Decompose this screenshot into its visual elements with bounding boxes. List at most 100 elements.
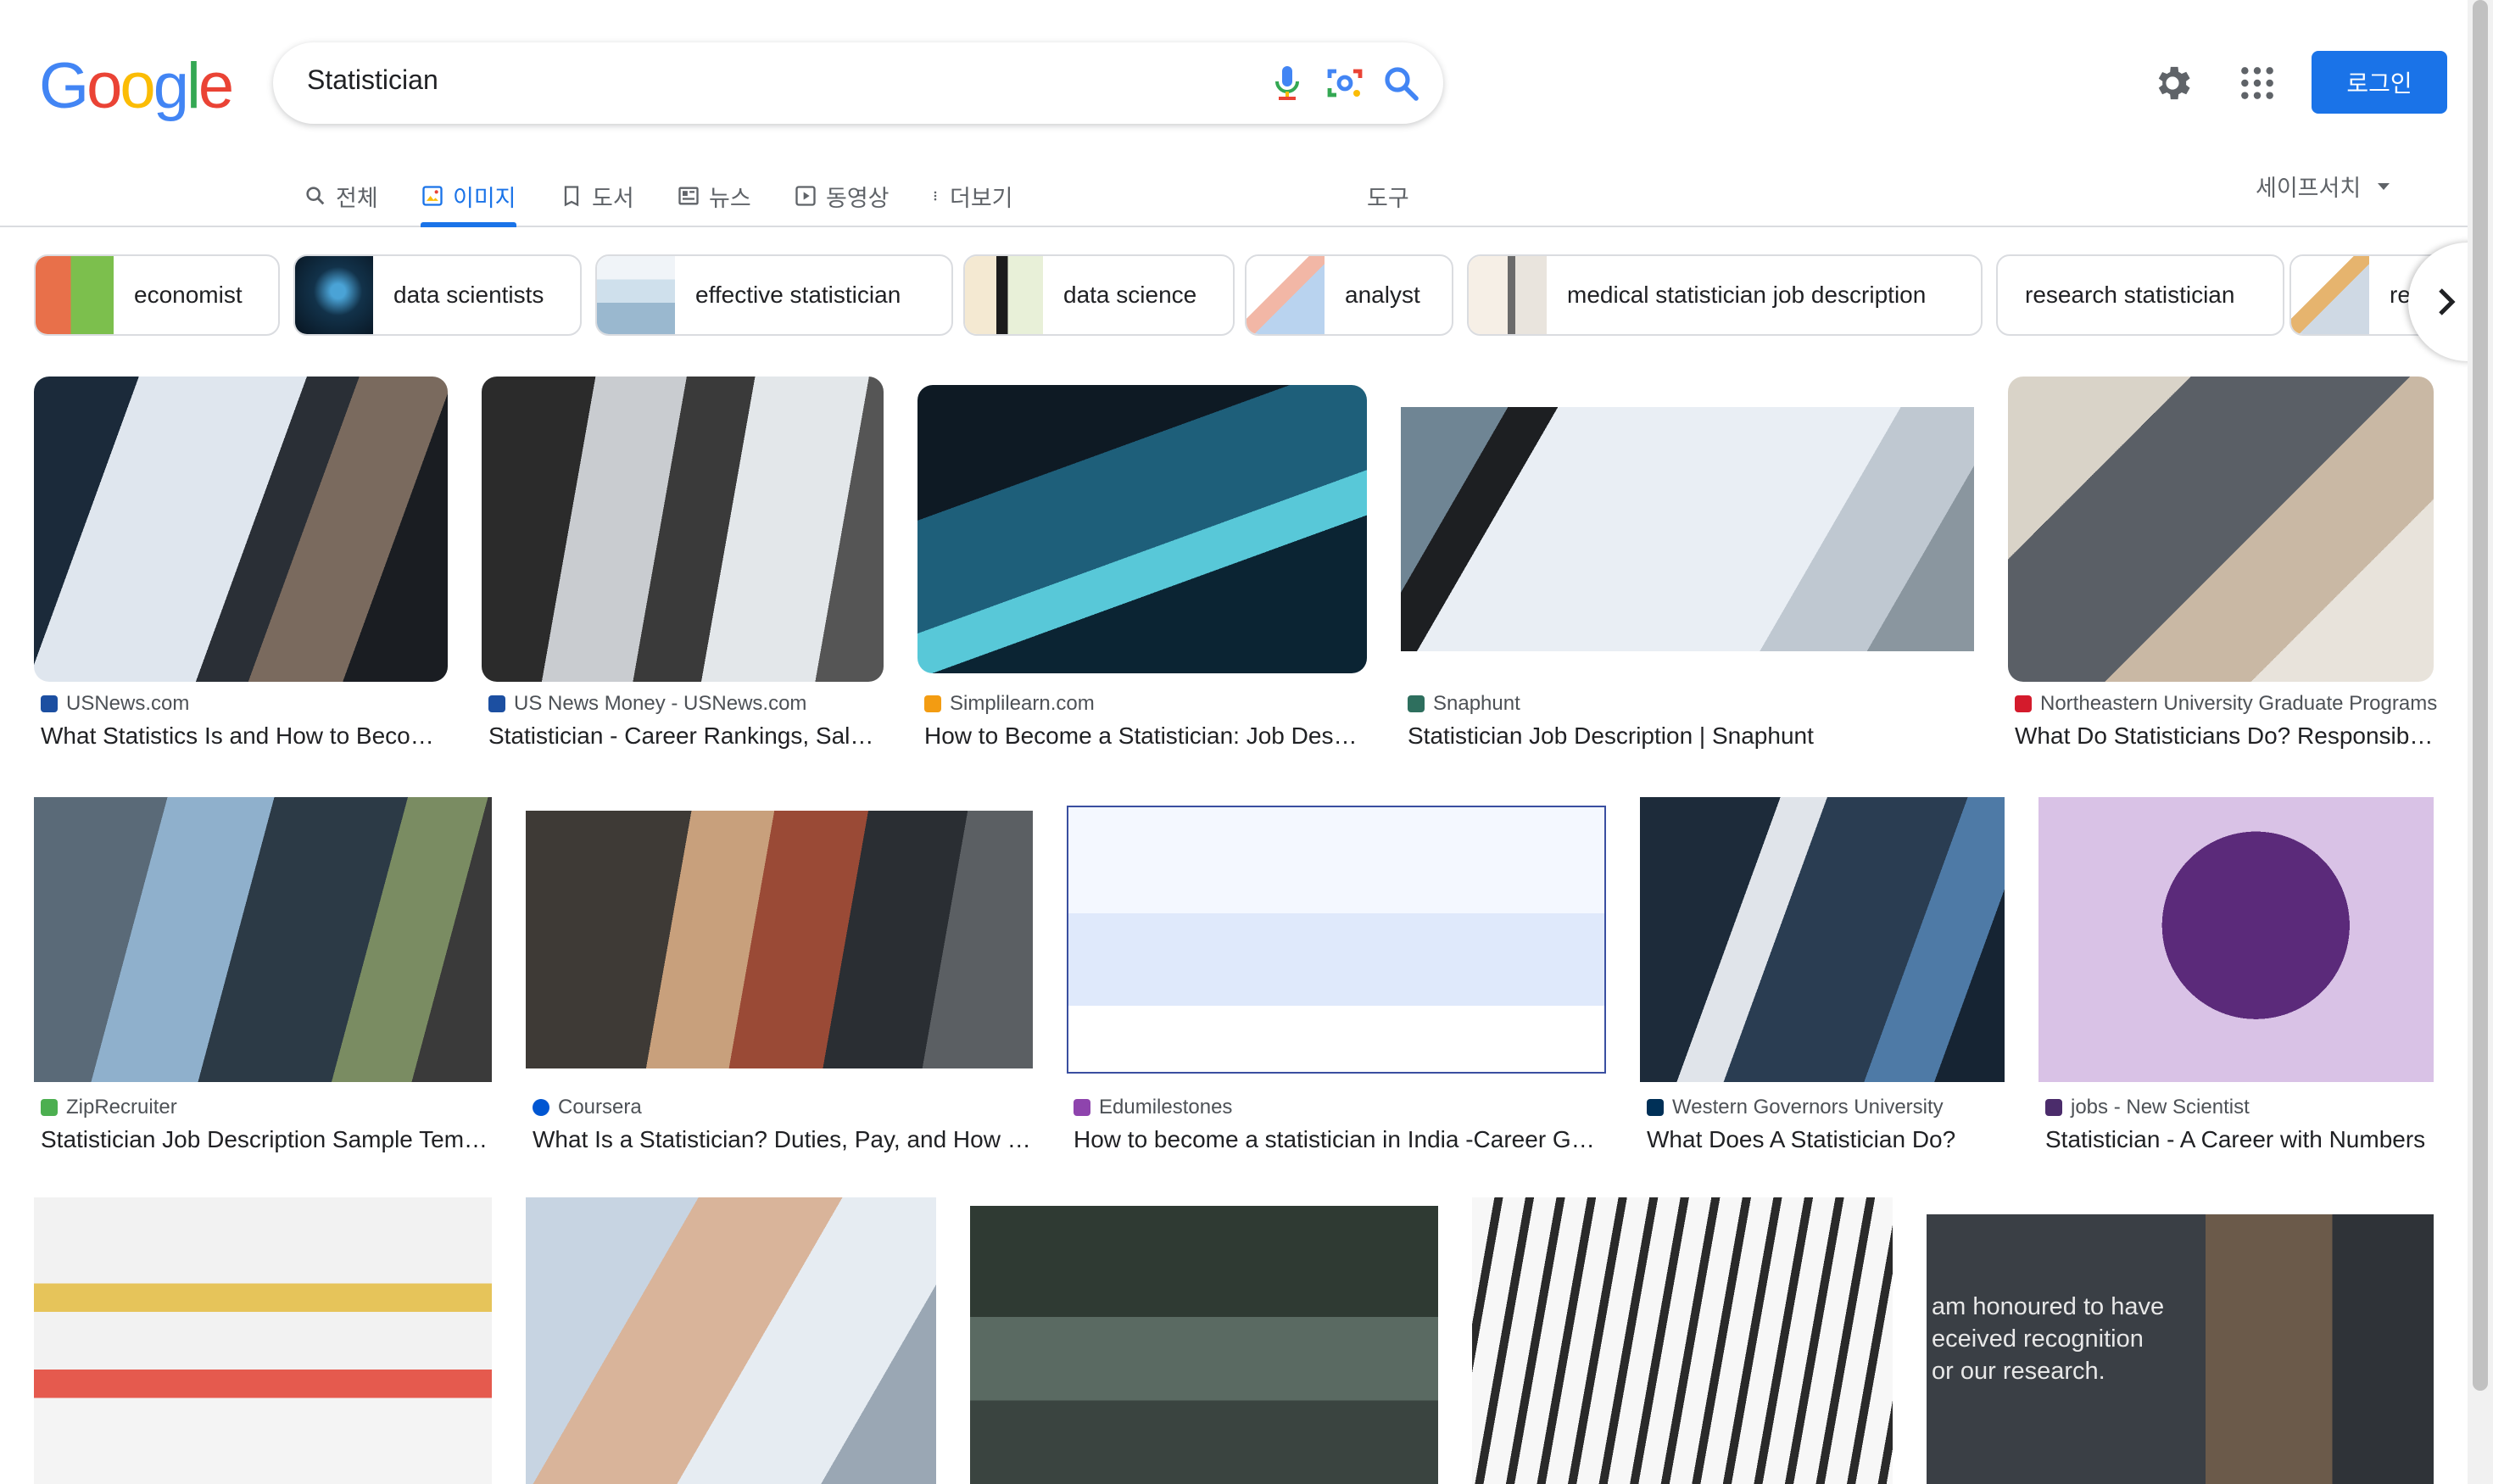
result-title[interactable]: Statistician - A Career with Numbers xyxy=(2045,1126,2434,1153)
chip-data-scientists[interactable]: data scientists xyxy=(293,254,582,336)
chip-effective-statistician[interactable]: effective statistician xyxy=(595,254,953,336)
result-card[interactable]: ZipRecruiter Statistician Job Descriptio… xyxy=(34,797,492,1162)
chip-medical-statistician[interactable]: medical statistician job description xyxy=(1467,254,1983,336)
result-image[interactable] xyxy=(970,1206,1438,1484)
result-image[interactable] xyxy=(1067,806,1606,1074)
result-title[interactable]: How to Become a Statistician: Job Descri… xyxy=(924,722,1367,750)
result-image[interactable] xyxy=(34,377,448,682)
chip-research-statistician[interactable]: research statistician xyxy=(1996,254,2284,336)
gear-icon[interactable] xyxy=(2150,61,2195,105)
result-card[interactable]: Simplilearn.com How to Become a Statisti… xyxy=(917,377,1367,750)
result-source[interactable]: Western Governors University xyxy=(1647,1096,1944,1119)
tab-images[interactable]: 이미지 xyxy=(421,171,516,227)
result-title[interactable]: How to become a statistician in India -C… xyxy=(1074,1126,1606,1153)
chip-thumbnail xyxy=(36,256,114,334)
favicon-icon xyxy=(1647,1099,1664,1116)
favicon-icon xyxy=(488,695,505,712)
chip-label: analyst xyxy=(1345,282,1420,308)
tab-books[interactable]: 도서 xyxy=(560,171,634,220)
result-source[interactable]: USNews.com xyxy=(41,692,189,716)
result-title[interactable]: Statistician Job Description Sample Temp… xyxy=(41,1126,492,1153)
result-image[interactable] xyxy=(482,377,884,682)
result-image[interactable] xyxy=(2038,797,2434,1082)
search-icon[interactable] xyxy=(1380,63,1421,103)
result-image[interactable] xyxy=(1640,797,2005,1082)
tab-more[interactable]: 더보기 xyxy=(929,171,1013,220)
result-card[interactable]: Edumilestones How to become a statistici… xyxy=(1067,797,1606,1162)
chip-analyst[interactable]: analyst xyxy=(1245,254,1453,336)
chip-economist[interactable]: economist xyxy=(34,254,280,336)
tab-label: 더보기 xyxy=(950,185,1013,212)
result-image[interactable] xyxy=(1472,1197,1893,1484)
google-logo[interactable]: Google xyxy=(39,49,234,123)
tab-all[interactable]: 전체 xyxy=(304,171,378,220)
related-chips-row: economist data scientists effective stat… xyxy=(34,254,2442,336)
overlay-line: eceived recognition xyxy=(1932,1325,2144,1353)
result-source-name: Northeastern University Graduate Program… xyxy=(2040,692,2438,715)
result-title[interactable]: What Is a Statistician? Duties, Pay, and… xyxy=(533,1126,1033,1153)
favicon-icon xyxy=(41,695,58,712)
result-source-name: Edumilestones xyxy=(1099,1096,1233,1119)
favicon-icon xyxy=(2045,1099,2062,1116)
result-card[interactable]: Northeastern University Graduate Program… xyxy=(2008,377,2437,750)
tab-label: 동영상 xyxy=(826,185,890,212)
result-card[interactable]: Coursera What Is a Statistician? Duties,… xyxy=(526,797,1033,1162)
result-source[interactable]: Edumilestones xyxy=(1074,1096,1232,1119)
result-title[interactable]: Statistician - Career Rankings, Salary, … xyxy=(488,722,884,750)
result-card[interactable] xyxy=(1472,1197,1893,1484)
result-source[interactable]: Coursera xyxy=(533,1096,642,1119)
result-image[interactable]: am honoured to have eceived recognition … xyxy=(1927,1214,2434,1484)
result-source[interactable]: US News Money - USNews.com xyxy=(488,692,806,716)
result-source-name: jobs - New Scientist xyxy=(2071,1096,2250,1119)
result-source[interactable]: Simplilearn.com xyxy=(924,692,1095,716)
chip-data-science[interactable]: data science xyxy=(963,254,1235,336)
result-image[interactable] xyxy=(917,385,1367,673)
apps-grid-icon[interactable] xyxy=(2239,64,2276,102)
result-image[interactable] xyxy=(1401,407,1974,651)
search-tabs: 전체 이미지 도서 뉴스 동영상 더보기 도구 xyxy=(0,159,2468,227)
chip-thumbnail xyxy=(1469,256,1547,334)
result-card[interactable] xyxy=(34,1197,492,1484)
result-image[interactable] xyxy=(526,1197,936,1484)
search-input[interactable]: Statistician xyxy=(307,64,438,96)
caret-down-icon xyxy=(2378,182,2390,190)
microphone-icon[interactable] xyxy=(1267,63,1308,103)
result-image[interactable] xyxy=(34,1197,492,1484)
lens-camera-icon[interactable] xyxy=(1325,63,1365,103)
result-image[interactable] xyxy=(526,811,1033,1068)
more-icon xyxy=(934,191,937,201)
result-card[interactable]: Snaphunt Statistician Job Description | … xyxy=(1401,377,1974,750)
result-image[interactable] xyxy=(34,797,492,1082)
tab-videos[interactable]: 동영상 xyxy=(794,171,890,220)
search-icon xyxy=(306,187,325,205)
favicon-icon xyxy=(1408,695,1425,712)
result-source-name: US News Money - USNews.com xyxy=(514,692,807,715)
result-card[interactable] xyxy=(526,1197,936,1484)
result-card[interactable]: jobs - New Scientist Statistician - A Ca… xyxy=(2038,797,2434,1162)
result-image[interactable] xyxy=(2008,377,2434,682)
result-source[interactable]: ZipRecruiter xyxy=(41,1096,177,1119)
result-source-name: USNews.com xyxy=(66,692,190,715)
chip-thumbnail xyxy=(295,256,373,334)
safesearch-dropdown[interactable]: 세이프서치 xyxy=(2256,170,2391,203)
tools-button[interactable]: 도구 xyxy=(1367,171,1409,220)
result-card[interactable]: US News Money - USNews.com Statistician … xyxy=(482,377,884,750)
result-source[interactable]: jobs - New Scientist xyxy=(2045,1096,2250,1119)
tab-news[interactable]: 뉴스 xyxy=(677,171,751,220)
result-card[interactable] xyxy=(970,1206,1438,1484)
result-title[interactable]: What Does A Statistician Do? xyxy=(1647,1126,2005,1153)
result-title[interactable]: What Statistics Is and How to Become a S… xyxy=(41,722,448,750)
search-box[interactable]: Statistician xyxy=(273,42,1443,124)
result-card[interactable]: am honoured to have eceived recognition … xyxy=(1927,1214,2434,1484)
chevron-right-icon xyxy=(2439,288,2456,315)
result-title[interactable]: Statistician Job Description | Snaphunt xyxy=(1408,722,1974,750)
scrollbar-thumb[interactable] xyxy=(2473,0,2488,1391)
result-card[interactable]: USNews.com What Statistics Is and How to… xyxy=(34,377,448,750)
result-source[interactable]: Snaphunt xyxy=(1408,692,1520,716)
result-card[interactable]: Western Governors University What Does A… xyxy=(1640,797,2005,1162)
login-button[interactable]: 로그인 xyxy=(2312,51,2447,114)
result-source[interactable]: Northeastern University Graduate Program… xyxy=(2015,692,2437,716)
overlay-line: am honoured to have xyxy=(1932,1293,2165,1320)
result-title[interactable]: What Do Statisticians Do? Responsibiliti… xyxy=(2015,722,2434,750)
page-scrollbar[interactable] xyxy=(2468,0,2493,1484)
